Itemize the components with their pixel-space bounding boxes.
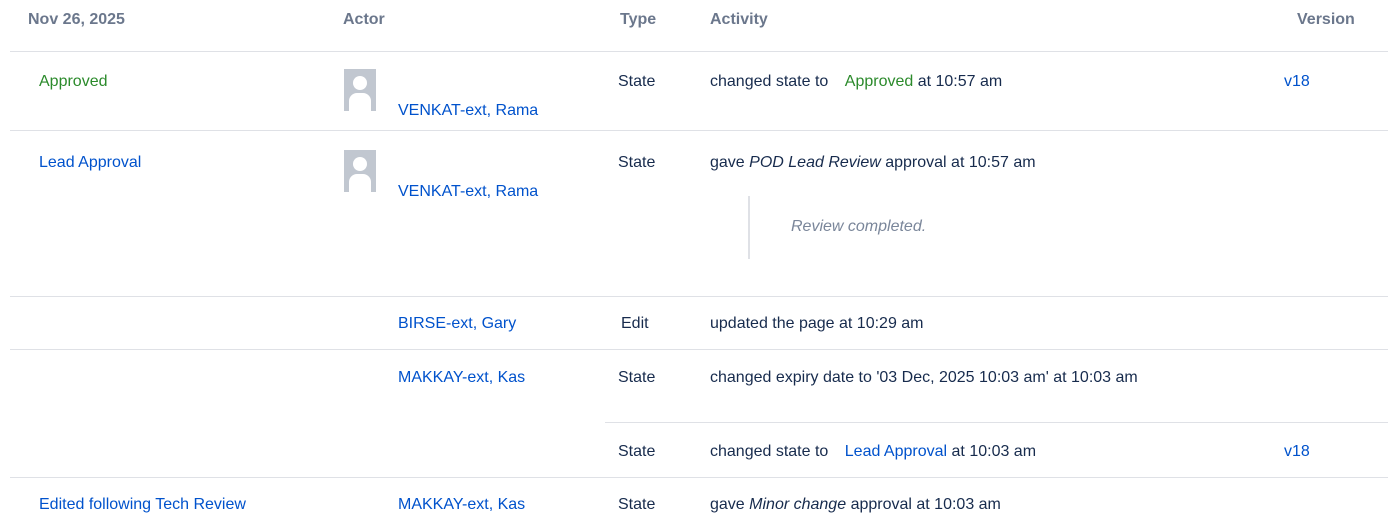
header-divider bbox=[10, 51, 1388, 52]
activity-suffix: approval at 10:03 am bbox=[850, 496, 1001, 513]
activity-text: changed state to Approved at 10:57 am bbox=[710, 73, 1002, 91]
activity-type: State bbox=[618, 154, 656, 171]
avatar bbox=[344, 150, 376, 192]
activity-text: gave POD Lead Review approval at 10:57 a… bbox=[710, 154, 1036, 172]
actor-link[interactable]: VENKAT-ext, Rama bbox=[398, 183, 538, 201]
approval-comment: Review completed. bbox=[791, 218, 927, 235]
row-divider bbox=[605, 422, 1388, 423]
approval-name: POD Lead Review bbox=[749, 154, 881, 171]
activity-text: updated the page at 10:29 am bbox=[710, 315, 924, 332]
activity-text: changed state to Lead Approval at 10:03 … bbox=[710, 443, 1036, 461]
state-label-lead-approval[interactable]: Lead Approval bbox=[39, 154, 141, 172]
version-link[interactable]: v18 bbox=[1284, 73, 1310, 91]
approval-name: Minor change bbox=[749, 496, 847, 513]
date-header: Nov 26, 2025 bbox=[28, 11, 125, 28]
actor-column-header: Actor bbox=[343, 11, 385, 28]
activity-column-header: Activity bbox=[710, 11, 768, 28]
avatar-head bbox=[353, 157, 367, 171]
actor-link[interactable]: VENKAT-ext, Rama bbox=[398, 102, 538, 120]
row-divider bbox=[10, 130, 1388, 131]
activity-type: State bbox=[618, 496, 656, 513]
activity-prefix: changed state to bbox=[710, 443, 829, 460]
activity-text: changed expiry date to '03 Dec, 2025 10:… bbox=[710, 369, 1138, 386]
activity-state-link[interactable]: Lead Approval bbox=[845, 443, 947, 460]
activity-prefix: gave bbox=[710, 496, 745, 513]
row-divider bbox=[10, 349, 1388, 350]
avatar-head bbox=[353, 76, 367, 90]
version-column-header: Version bbox=[1297, 11, 1355, 28]
avatar-body bbox=[349, 174, 371, 192]
row-divider bbox=[10, 477, 1388, 478]
activity-suffix: at 10:03 am bbox=[951, 443, 1037, 460]
activity-type: State bbox=[618, 443, 656, 460]
row-divider bbox=[10, 296, 1388, 297]
actor-link[interactable]: MAKKAY-ext, Kas bbox=[398, 496, 525, 514]
avatar-body bbox=[349, 93, 371, 111]
activity-type: Edit bbox=[621, 315, 649, 332]
actor-link[interactable]: MAKKAY-ext, Kas bbox=[398, 369, 525, 387]
activity-type: State bbox=[618, 73, 656, 90]
activity-suffix: at 10:57 am bbox=[917, 73, 1003, 90]
type-column-header: Type bbox=[620, 11, 657, 28]
actor-link[interactable]: BIRSE-ext, Gary bbox=[398, 315, 516, 333]
activity-prefix: gave bbox=[710, 154, 745, 171]
activity-suffix: approval at 10:57 am bbox=[885, 154, 1036, 171]
activity-state: Approved bbox=[844, 73, 914, 90]
activity-text: gave Minor change approval at 10:03 am bbox=[710, 496, 1001, 514]
state-label-approved[interactable]: Approved bbox=[39, 73, 108, 91]
avatar bbox=[344, 69, 376, 111]
activity-type: State bbox=[618, 369, 656, 386]
state-label-edited[interactable]: Edited following Tech Review bbox=[39, 496, 246, 514]
comment-quote-bar bbox=[748, 196, 750, 259]
version-link[interactable]: v18 bbox=[1284, 443, 1310, 461]
activity-prefix: changed state to bbox=[710, 73, 829, 90]
